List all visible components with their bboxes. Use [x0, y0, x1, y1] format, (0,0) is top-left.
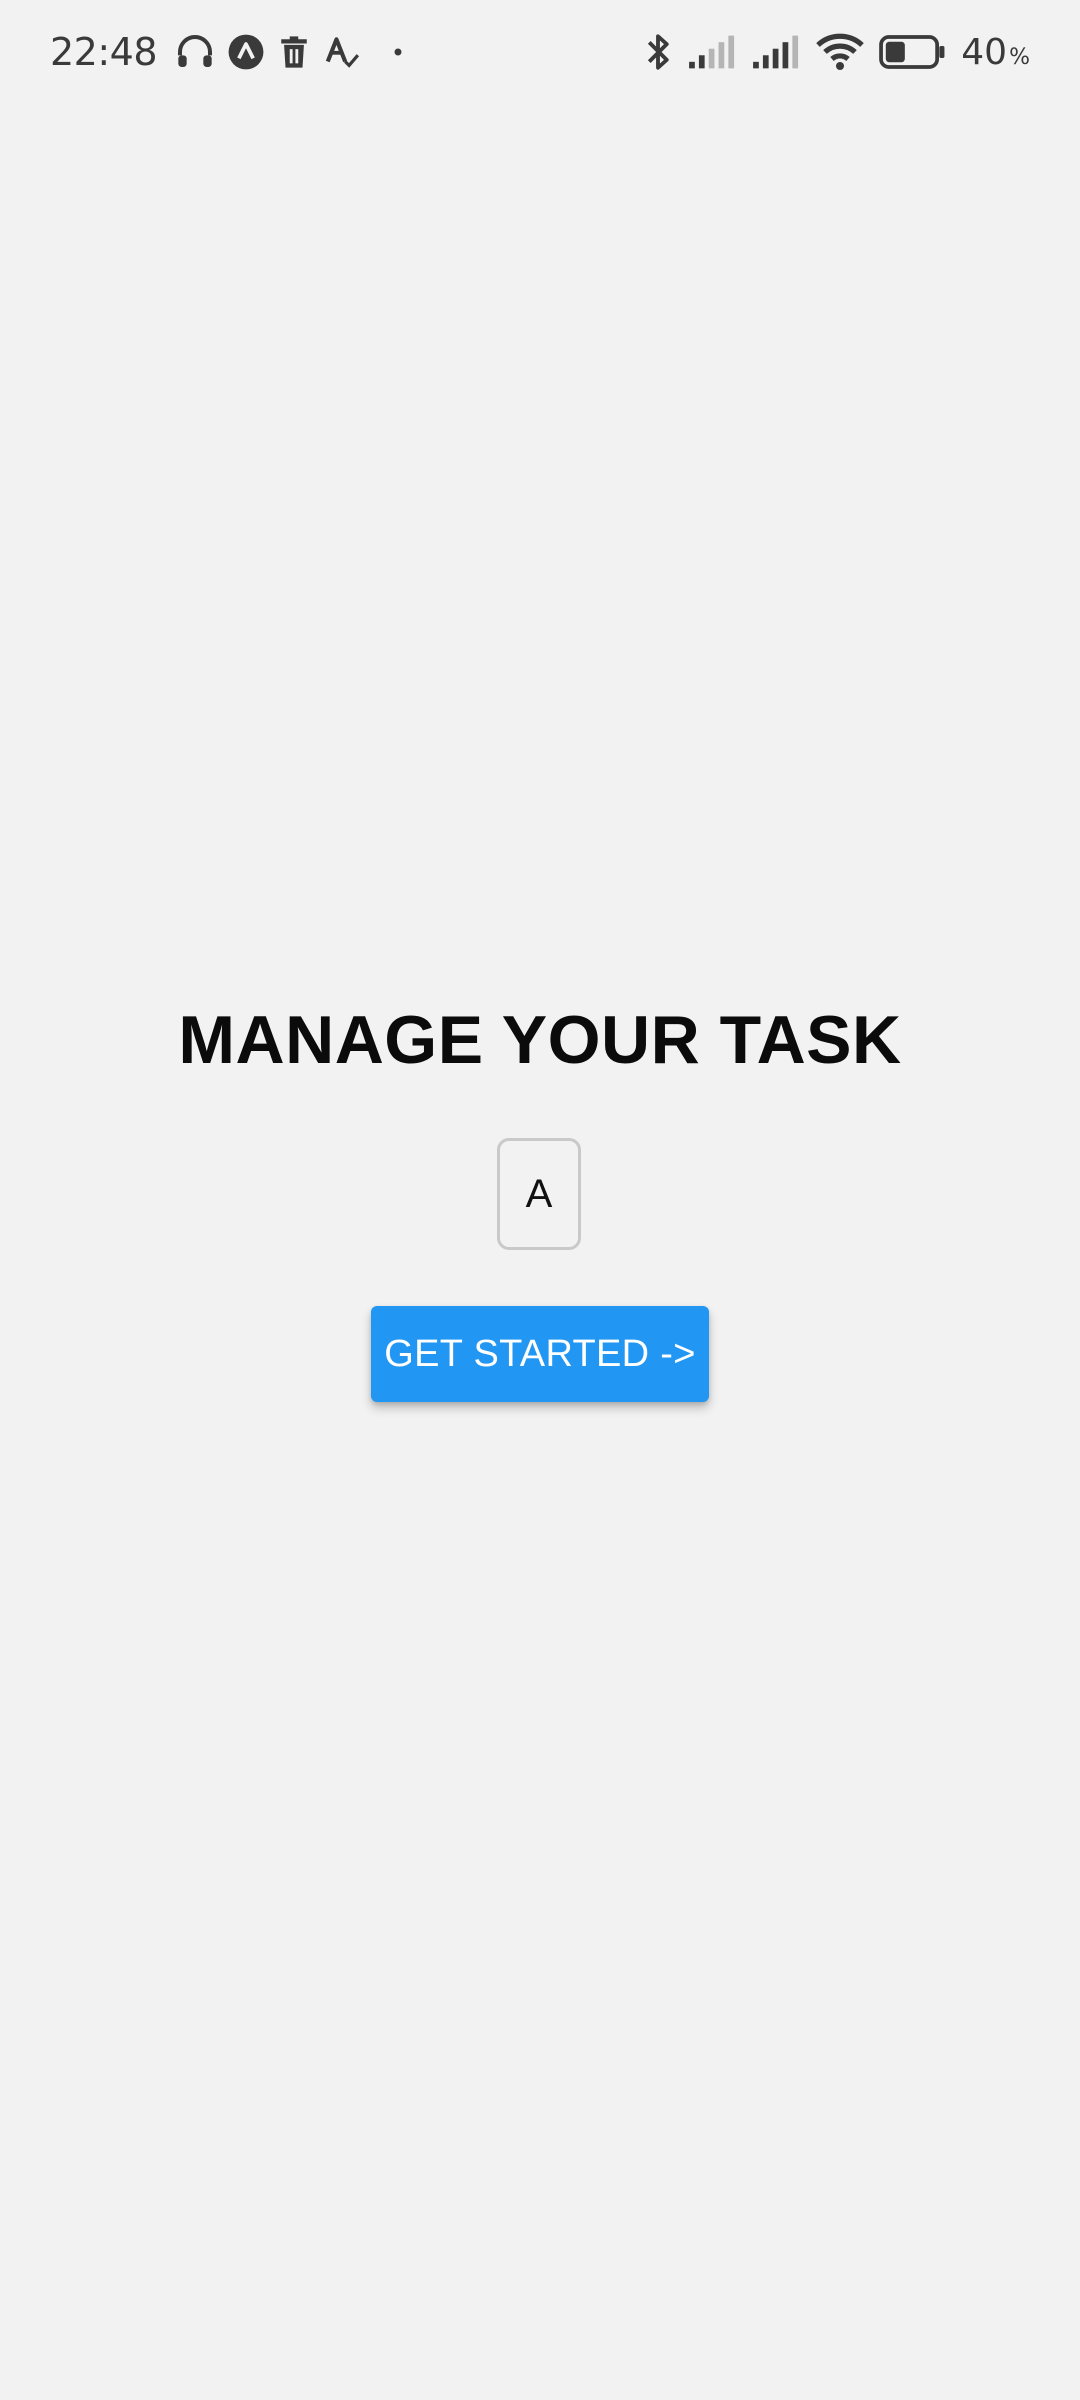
get-started-button[interactable]: GET STARTED -> [371, 1306, 709, 1402]
status-right: 40% [643, 24, 1030, 80]
app-notification-icon [227, 33, 265, 71]
bluetooth-icon [643, 31, 673, 73]
spellcheck-icon [323, 33, 361, 71]
battery-percentage-value: 40 [961, 31, 1008, 73]
page-title: MANAGE YOUR TASK [178, 1002, 902, 1078]
status-time: 22:48 [50, 30, 158, 74]
signal-1-icon [687, 34, 737, 70]
wifi-icon [815, 32, 865, 72]
app-logo-letter: A [525, 1171, 553, 1216]
status-bar: 22:48 40 % [0, 0, 1080, 100]
headphones-icon [175, 32, 215, 72]
battery-icon [879, 35, 947, 69]
signal-2-icon [751, 34, 801, 70]
battery-percentage-unit: % [1009, 44, 1030, 70]
trash-icon [277, 34, 311, 70]
app-logo: A [497, 1138, 581, 1250]
dot-icon [393, 47, 403, 57]
status-left: 22:48 [50, 24, 403, 80]
battery-percentage: 40% [961, 32, 1030, 73]
